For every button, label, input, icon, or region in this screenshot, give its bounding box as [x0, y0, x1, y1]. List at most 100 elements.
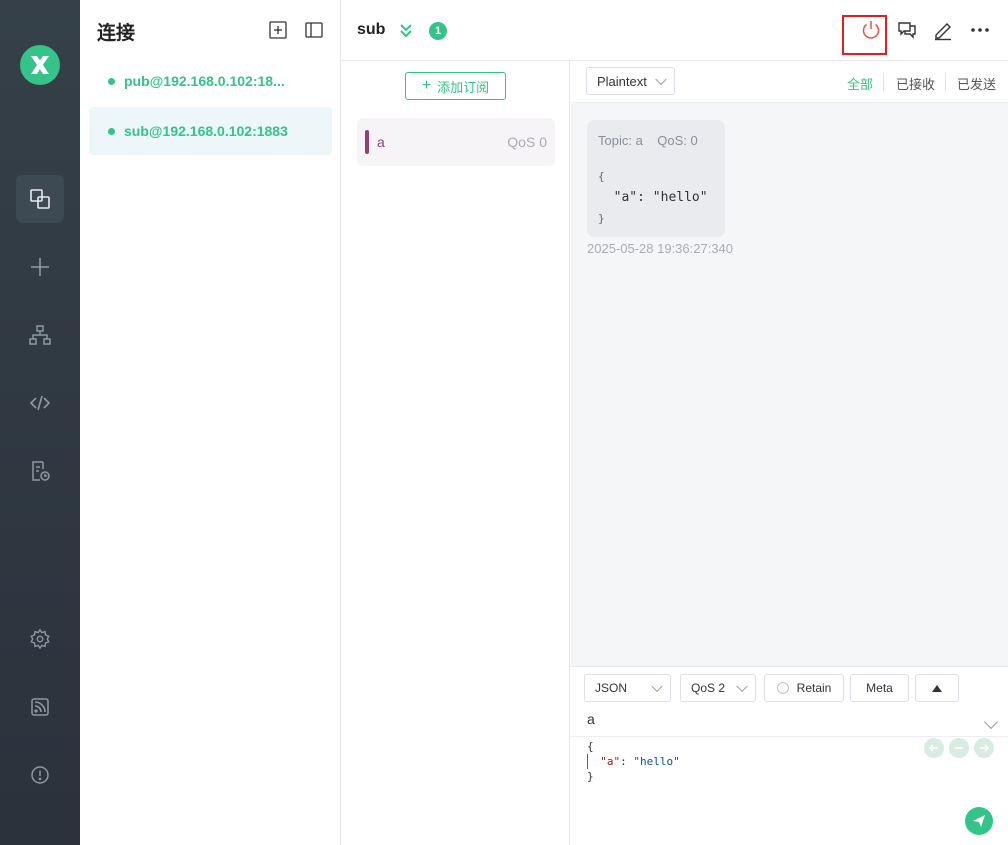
- arrow-right-icon: [980, 744, 990, 752]
- message-count-badge: 1: [429, 22, 447, 40]
- subscriptions-panel: + 添加订阅 a QoS 0: [341, 61, 570, 845]
- connections-nav-button[interactable]: [16, 175, 64, 223]
- subscription-topic: a: [377, 134, 385, 150]
- arrow-left-icon: [928, 744, 938, 752]
- about-nav-button[interactable]: [16, 751, 64, 799]
- plus-icon: +: [421, 77, 432, 94]
- topology-nav-button[interactable]: [16, 311, 64, 359]
- divider: [571, 736, 1008, 737]
- publish-qos-value: QoS 2: [691, 681, 726, 695]
- expand-editor-button[interactable]: [915, 674, 959, 702]
- publish-format-value: JSON: [595, 681, 628, 695]
- retain-radio-icon: [776, 682, 789, 694]
- chevron-down-icon: [736, 680, 748, 693]
- add-subscription-button[interactable]: + 添加订阅: [405, 72, 506, 100]
- edit-button[interactable]: [930, 17, 956, 43]
- chevron-down-icon: [655, 73, 667, 86]
- publish-panel: JSON QoS 2 Retain Meta a { "a": "hello" …: [571, 666, 1008, 845]
- message-payload: { "a": "hello" }: [598, 166, 708, 229]
- more-button[interactable]: [967, 17, 993, 43]
- editor-value: "hello": [633, 755, 680, 768]
- code-icon: [29, 395, 51, 411]
- feed-icon: [31, 698, 49, 716]
- nav-rail: [0, 0, 80, 845]
- connection-header: sub 1: [341, 0, 1008, 61]
- connections-title: 连接: [97, 23, 136, 44]
- connection-name: sub@192.168.0.102:1883: [124, 123, 288, 139]
- minus-icon: [955, 747, 963, 749]
- filter-sent[interactable]: 已发送: [957, 74, 996, 93]
- payload-format-value: Plaintext: [597, 73, 647, 89]
- connections-icon: [30, 189, 50, 209]
- editor-indent-guide: [587, 754, 588, 769]
- divider: [883, 73, 884, 91]
- settings-nav-button[interactable]: [16, 615, 64, 663]
- divider: [945, 73, 946, 91]
- script-nav-button[interactable]: [16, 379, 64, 427]
- feed-nav-button[interactable]: [16, 683, 64, 731]
- connections-panel: 连接 pub@192.168.0.102:18... sub@192.168.0…: [80, 0, 341, 845]
- connected-status-dot: [108, 127, 115, 135]
- caret-up-icon: [932, 684, 942, 692]
- chat-icon: [898, 22, 916, 39]
- message-topic: Topic: a: [598, 133, 643, 148]
- publish-qos-select[interactable]: QoS 2: [680, 674, 756, 702]
- topology-icon: [29, 325, 51, 345]
- publish-topic-input[interactable]: a: [587, 711, 595, 727]
- disconnect-button[interactable]: [858, 17, 884, 43]
- connection-item-sub[interactable]: sub@192.168.0.102:1883: [89, 107, 332, 155]
- history-next-button[interactable]: [974, 738, 994, 758]
- connection-name: pub@192.168.0.102:18...: [124, 73, 285, 89]
- info-icon: [31, 766, 49, 784]
- message-timestamp: 2025-05-28 19:36:27:340: [587, 241, 734, 256]
- meta-button[interactable]: Meta: [850, 674, 909, 702]
- messages-panel: Plaintext 全部 已接收 已发送 Topic: a QoS: 0 { "…: [571, 61, 1008, 666]
- editor-close-brace: }: [587, 770, 594, 783]
- payload-close-brace: }: [598, 212, 605, 225]
- filter-all[interactable]: 全部: [847, 74, 873, 93]
- publish-format-select[interactable]: JSON: [584, 674, 671, 702]
- add-subscription-label: 添加订阅: [437, 79, 490, 95]
- power-icon: [862, 21, 880, 39]
- topic-history-chevron-icon[interactable]: [983, 714, 999, 730]
- payload-editor[interactable]: { "a": "hello" }: [587, 739, 680, 784]
- editor-colon: :: [620, 755, 634, 768]
- message-meta: Topic: a QoS: 0: [598, 133, 698, 148]
- app-logo-icon: [20, 45, 60, 85]
- pencil-icon: [935, 23, 951, 41]
- messages-toolbar: Plaintext 全部 已接收 已发送: [571, 61, 1008, 103]
- send-button[interactable]: [965, 807, 993, 835]
- sidebar-icon: [305, 22, 323, 38]
- subscription-qos: QoS 0: [507, 134, 547, 150]
- expand-chevron-icon[interactable]: [397, 21, 415, 39]
- log-nav-button[interactable]: [16, 447, 64, 495]
- payload-body: "a": "hello": [598, 190, 708, 205]
- history-prev-button[interactable]: [924, 738, 944, 758]
- subscription-item[interactable]: a QoS 0: [357, 118, 555, 166]
- toggle-sidebar-button[interactable]: [304, 20, 324, 40]
- payload-format-select[interactable]: Plaintext: [586, 67, 675, 95]
- filter-received[interactable]: 已接收: [896, 74, 935, 93]
- payload-open-brace: {: [598, 170, 605, 183]
- message-qos: QoS: 0: [657, 133, 698, 148]
- log-icon: [32, 461, 50, 481]
- messages-button[interactable]: [894, 17, 920, 43]
- more-icon: [971, 28, 989, 32]
- connected-status-dot: [108, 77, 115, 85]
- editor-open-brace: {: [587, 740, 594, 753]
- gear-icon: [30, 628, 50, 650]
- new-connection-button[interactable]: [268, 20, 288, 40]
- send-icon: [973, 815, 985, 827]
- add-square-icon: [269, 21, 287, 39]
- history-clear-button[interactable]: [949, 738, 969, 758]
- plus-icon: [31, 258, 49, 276]
- retain-toggle[interactable]: Retain: [764, 674, 844, 702]
- editor-key: "a": [600, 755, 621, 768]
- chevron-down-icon: [651, 680, 663, 693]
- connection-item-pub[interactable]: pub@192.168.0.102:18...: [89, 57, 332, 105]
- new-connection-nav-button[interactable]: [16, 243, 64, 291]
- subscription-color-bar: [365, 130, 369, 154]
- retain-label: Retain: [796, 681, 832, 695]
- connection-title: sub: [357, 21, 386, 38]
- message-bubble[interactable]: Topic: a QoS: 0 { "a": "hello" }: [587, 120, 725, 237]
